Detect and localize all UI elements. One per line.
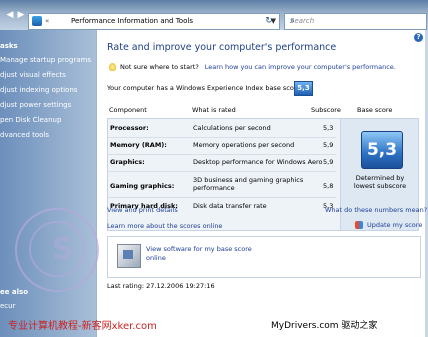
sidebar-item-advanced[interactable]: dvanced tools (0, 131, 49, 139)
table-row-rated: Disk data transfer rate (193, 202, 267, 210)
last-rating: Last rating: 27.12.2006 19:27:16 (107, 282, 215, 290)
determined-text: Determined by lowest subscore (353, 174, 407, 190)
search-input[interactable]: Search ⌕ (284, 13, 427, 30)
col-header-component: Component (109, 106, 147, 114)
update-score-link[interactable]: Update my score (355, 221, 422, 229)
table-row-component: Memory (RAM): (110, 141, 167, 149)
tip-label: Not sure where to start? (120, 63, 199, 71)
table-row-component: Gaming graphics: (110, 182, 175, 190)
view-print-link[interactable]: View and print details (107, 206, 178, 214)
big-score-badge: 5,3 (361, 131, 403, 169)
row-divider (108, 197, 336, 198)
row-divider (108, 137, 336, 138)
software-box-icon (117, 244, 141, 268)
table-row-rated: 3D business and gaming graphics performa… (193, 176, 304, 192)
lightbulb-icon (109, 63, 116, 71)
watermark-logo: S (52, 232, 74, 267)
base-score-text: Your computer has a Windows Experience I… (107, 84, 309, 92)
sidebar: asks Manage startup programs djust visua… (0, 30, 96, 337)
learn-more-link[interactable]: Learn more about the scores online (107, 222, 222, 230)
score-table: Processor: Calculations per second 5,3 M… (107, 118, 419, 231)
sidebar-item-security[interactable]: ecur (0, 302, 15, 310)
search-icon[interactable]: ⌕ (290, 15, 423, 27)
sidebar-heading: asks (0, 42, 18, 50)
table-row-score: 5,9 (323, 141, 334, 149)
shield-icon (355, 221, 363, 229)
sidebar-item-startup[interactable]: Manage startup programs (0, 56, 91, 64)
watermark-text-left: 专业计算机教程-新客网xker.com (8, 321, 157, 332)
row-divider (108, 154, 336, 155)
software-box: View software for my base score online (107, 236, 421, 278)
address-bar-area: ◀ ▶ « Performance Information and Tools … (0, 0, 428, 30)
table-row-rated: Desktop performance for Windows Aero (193, 158, 323, 166)
table-row-score: 5,3 (323, 124, 334, 132)
update-score-label: Update my score (367, 221, 423, 229)
col-header-basescore: Base score (357, 106, 393, 114)
col-header-subscore: Subscore (311, 106, 341, 114)
sidebar-item-indexing[interactable]: djust indexing options (0, 86, 77, 94)
table-row-component: Graphics: (110, 158, 145, 166)
watermark-text-right: MyDrivers.com 驱动之家 (271, 321, 378, 331)
table-row-rated: Calculations per second (193, 124, 271, 132)
see-also-heading: ee also (0, 288, 29, 296)
refresh-icon[interactable]: ↻ (262, 14, 276, 28)
page-title: Rate and improve your computer's perform… (107, 42, 337, 53)
table-row-score: 5,8 (323, 182, 334, 190)
col-header-rated: What is rated (192, 106, 236, 114)
breadcrumb[interactable]: Performance Information and Tools (71, 14, 193, 29)
help-icon[interactable]: ? (414, 33, 423, 42)
sidebar-item-power[interactable]: djust power settings (0, 101, 71, 109)
breadcrumb-overflow[interactable]: « (45, 14, 49, 29)
main-panel: ? Rate and improve your computer's perfo… (96, 30, 427, 337)
base-score-badge: 5,3 (294, 81, 313, 96)
table-row-rated: Memory operations per second (193, 141, 295, 149)
forward-icon[interactable]: ▶ (15, 9, 27, 21)
what-mean-link[interactable]: What do these numbers mean? (325, 206, 427, 214)
address-field[interactable]: « Performance Information and Tools ▼ (28, 13, 280, 30)
sidebar-item-visual-effects[interactable]: djust visual effects (0, 71, 66, 79)
table-row-score: 5,9 (323, 158, 334, 166)
software-link[interactable]: View software for my base score online (146, 245, 256, 263)
improve-performance-link[interactable]: Learn how you can improve your computer'… (205, 63, 396, 71)
table-row-component: Processor: (110, 124, 149, 132)
sidebar-item-disk-cleanup[interactable]: pen Disk Cleanup (0, 116, 61, 124)
tip-line: Not sure where to start? Learn how you ca… (109, 63, 396, 71)
row-divider (108, 171, 336, 172)
control-panel-icon (32, 16, 42, 26)
